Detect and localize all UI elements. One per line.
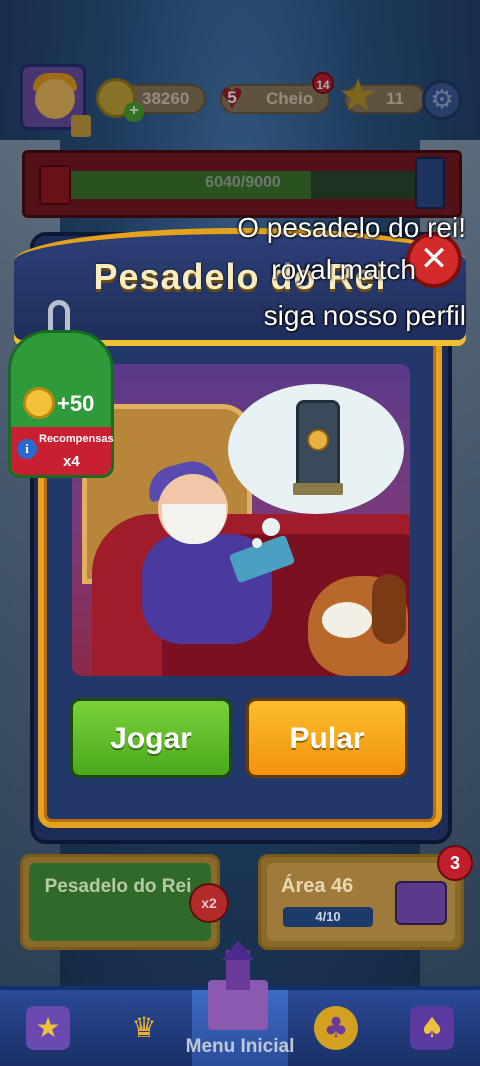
info-icon[interactable]: i (17, 439, 37, 459)
caption-line-1: O pesadelo do rei! (237, 212, 466, 243)
reward-tag[interactable]: +50 i Recompensas x4 (8, 330, 114, 478)
thought-bubble-dot (252, 538, 262, 548)
area-card[interactable]: Área 46 4/10 3 (258, 845, 473, 950)
event-multiplier-badge: x2 (189, 883, 229, 923)
team-icon: ♣ (314, 1006, 358, 1050)
train-icon (293, 400, 343, 495)
thought-bubble-dot (262, 518, 280, 536)
event-card-label: Pesadelo do Rei (44, 876, 192, 897)
play-button[interactable]: Jogar (70, 698, 232, 778)
area-card-label: Área 46 (281, 875, 354, 897)
cards-icon: ♠ (410, 1006, 454, 1050)
star-icon: ★ (26, 1006, 70, 1050)
dog-ear (372, 574, 406, 644)
nav-item-cards[interactable]: ♠ (384, 990, 480, 1066)
area-progress-bar: 4/10 (283, 907, 373, 927)
dog-snout (322, 602, 372, 638)
video-caption: O pesadelo do rei! royal match siga noss… (146, 206, 466, 338)
nav-item-shop[interactable]: ★ (0, 990, 96, 1066)
caption-line-3: siga nosso perfil (263, 300, 466, 331)
reward-amount: +50 (57, 391, 95, 416)
castle-roof (222, 940, 254, 960)
train-lamp (307, 429, 329, 451)
king-dream-illustration (72, 364, 410, 676)
coin-icon (23, 387, 55, 419)
chest-icon (395, 881, 447, 925)
reward-label: Recompensas (39, 433, 114, 445)
nav-home-label: Menu Inicial (185, 1036, 295, 1057)
castle-icon (198, 940, 278, 1030)
reward-info-strip[interactable]: i Recompensas x4 (11, 427, 114, 475)
event-card[interactable]: Pesadelo do Rei x2 (20, 854, 229, 950)
caption-line-2: royal match (271, 254, 416, 285)
skip-button[interactable]: Pular (246, 698, 408, 778)
reward-multiplier: x4 (63, 453, 80, 470)
train-base (293, 483, 343, 495)
area-badge: 3 (437, 845, 473, 881)
